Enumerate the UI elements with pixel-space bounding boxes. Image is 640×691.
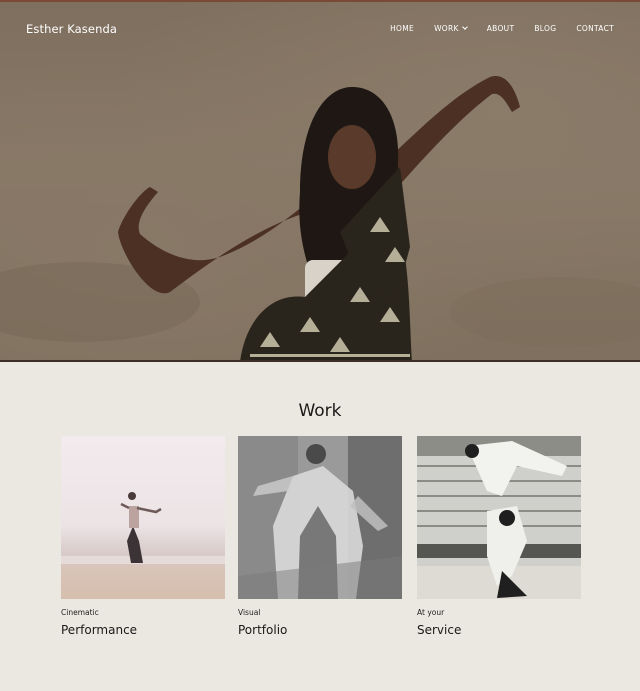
work-card-performance[interactable]: Cinematic Performance: [61, 436, 225, 637]
nav-contact-label: CONTACT: [576, 24, 614, 33]
site-title[interactable]: Esther Kasenda: [26, 22, 117, 36]
nav-work[interactable]: WORK: [434, 24, 468, 33]
card-kicker: At your: [417, 608, 445, 617]
nav-about-label: ABOUT: [486, 24, 515, 33]
card-kicker: Cinematic: [61, 608, 99, 617]
portfolio-thumbnail[interactable]: [238, 436, 402, 599]
work-section: Work Cinematic Performance Visual Portfo…: [0, 362, 640, 691]
nav-home[interactable]: HOME: [390, 24, 414, 33]
nav-blog[interactable]: BLOG: [534, 24, 556, 33]
card-title[interactable]: Service: [417, 623, 581, 637]
work-heading: Work: [298, 401, 342, 421]
main-nav: HOME WORK ABOUT BLOG CONTACT: [390, 24, 614, 33]
card-title[interactable]: Performance: [61, 623, 225, 637]
nav-contact[interactable]: CONTACT: [576, 24, 614, 33]
chevron-down-icon: [461, 24, 468, 30]
hero-photo: [0, 2, 640, 362]
performance-thumbnail[interactable]: [61, 436, 225, 599]
nav-about[interactable]: ABOUT: [487, 24, 515, 33]
card-title[interactable]: Portfolio: [238, 623, 402, 637]
work-card-portfolio[interactable]: Visual Portfolio: [238, 436, 402, 637]
hero-banner: Esther Kasenda HOME WORK ABOUT BLOG CONT…: [0, 0, 640, 362]
nav-blog-label: BLOG: [534, 24, 557, 33]
card-kicker: Visual: [238, 608, 261, 617]
nav-work-label: WORK: [434, 24, 459, 33]
service-thumbnail[interactable]: [417, 436, 581, 599]
work-card-service[interactable]: At your Service: [417, 436, 581, 637]
nav-home-label: HOME: [390, 24, 415, 33]
